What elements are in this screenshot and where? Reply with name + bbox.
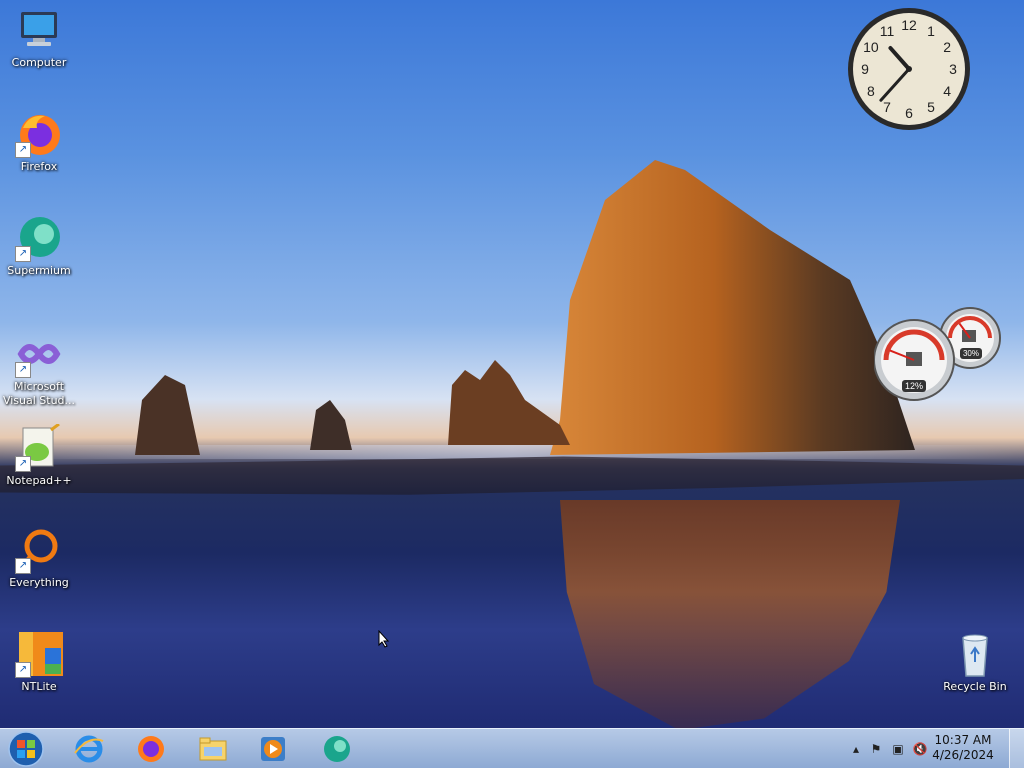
clock-number: 4: [943, 83, 951, 99]
notepadpp-icon: ↗: [15, 422, 63, 472]
shortcut-arrow-icon: ↗: [15, 362, 31, 378]
network-icon[interactable]: ▣: [890, 741, 906, 757]
recycle-bin-icon: [951, 630, 999, 678]
taskbar-media-player[interactable]: [246, 731, 300, 767]
desktop-icon-firefox[interactable]: ↗ Firefox: [1, 110, 77, 174]
desktop-icon-ntlite[interactable]: ↗ NTLite: [1, 630, 77, 694]
volume-muted-icon[interactable]: 🔇: [912, 741, 928, 757]
desktop-icon-label: Microsoft Visual Stud...: [2, 380, 76, 407]
taskbar-internet-explorer[interactable]: [62, 731, 116, 767]
taskbar-file-explorer[interactable]: [186, 731, 240, 767]
desktop-icon-everything[interactable]: ↗ Everything: [1, 526, 77, 590]
taskbar: ▴ ⚑ ▣ 🔇 10:37 AM 4/26/2024: [0, 728, 1024, 768]
supermium-icon: ↗: [15, 214, 63, 262]
clock-number: 1: [927, 23, 935, 39]
desktop-icon-label: Supermium: [7, 264, 71, 277]
desktop-icon-supermium[interactable]: ↗ Supermium: [1, 214, 77, 278]
desktop-icon-notepadpp[interactable]: ↗ Notepad++: [1, 422, 77, 488]
firefox-icon: ↗: [15, 110, 63, 158]
windows-logo-icon: [8, 731, 44, 767]
memory-usage-text: 30%: [963, 349, 979, 358]
clock-number: 8: [867, 83, 875, 99]
clock-number: 6: [905, 105, 913, 121]
clock-number: 3: [949, 61, 957, 77]
shortcut-arrow-icon: ↗: [15, 456, 31, 472]
taskbar-date: 4/26/2024: [932, 748, 994, 762]
clock-number: 11: [880, 23, 895, 39]
clock-number: 9: [861, 61, 869, 77]
taskbar-time: 10:37 AM: [934, 733, 992, 747]
clock-number: 7: [883, 99, 891, 115]
desktop-icon-label: Recycle Bin: [943, 680, 1007, 693]
shortcut-arrow-icon: ↗: [15, 662, 31, 678]
wallpaper-small-rocks: [135, 360, 570, 455]
desktop[interactable]: Computer ↗ Firefox ↗ Supermium ↗ Microso…: [0, 0, 1024, 768]
internet-explorer-icon: [74, 735, 104, 763]
media-player-icon: [261, 737, 285, 761]
desktop-icon-visual-studio[interactable]: ↗ Microsoft Visual Stud...: [1, 330, 77, 408]
shortcut-arrow-icon: ↗: [15, 246, 31, 262]
system-tray: ▴ ⚑ ▣ 🔇 10:37 AM 4/26/2024: [834, 729, 1024, 768]
wallpaper-haystack-rock: [550, 160, 915, 455]
computer-icon: [15, 6, 63, 54]
folder-icon: [199, 737, 227, 761]
desktop-icon-label: Everything: [9, 576, 69, 589]
desktop-icon-label: NTLite: [21, 680, 57, 693]
desktop-icon-label: Notepad++: [6, 474, 72, 487]
clock-number: 2: [943, 39, 951, 55]
action-center-flag-icon[interactable]: ⚑: [868, 741, 884, 757]
visual-studio-icon: ↗: [15, 330, 63, 378]
taskbar-clock[interactable]: 10:37 AM 4/26/2024: [928, 733, 998, 763]
supermium-icon: [324, 736, 350, 762]
desktop-icon-label: Firefox: [20, 160, 58, 173]
start-button[interactable]: [4, 729, 48, 768]
clock-number: 10: [863, 39, 879, 55]
ntlite-icon: ↗: [15, 630, 63, 678]
mouse-cursor-icon: [378, 630, 390, 648]
shortcut-arrow-icon: ↗: [15, 142, 31, 158]
cpu-meter-gadget[interactable]: 12% 30%: [873, 306, 1002, 404]
clock-number: 12: [901, 17, 917, 33]
clock-number: 5: [927, 99, 935, 115]
taskbar-supermium[interactable]: [310, 731, 364, 767]
shortcut-arrow-icon: ↗: [15, 558, 31, 574]
show-hidden-icons-chevron-icon[interactable]: ▴: [848, 741, 864, 757]
taskbar-firefox[interactable]: [124, 731, 178, 767]
desktop-icon-label: Computer: [11, 56, 67, 69]
desktop-icon-computer[interactable]: Computer: [1, 6, 77, 70]
clock-gadget[interactable]: 12 1 2 3 4 5 6 7 8 9 10 11: [846, 6, 972, 132]
firefox-icon: [138, 736, 164, 762]
cpu-usage-text: 12%: [905, 381, 923, 391]
wallpaper-reflection: [560, 500, 900, 730]
show-desktop-button[interactable]: [1009, 729, 1024, 768]
desktop-icon-recycle-bin[interactable]: Recycle Bin: [937, 630, 1013, 694]
everything-icon: ↗: [15, 526, 63, 574]
